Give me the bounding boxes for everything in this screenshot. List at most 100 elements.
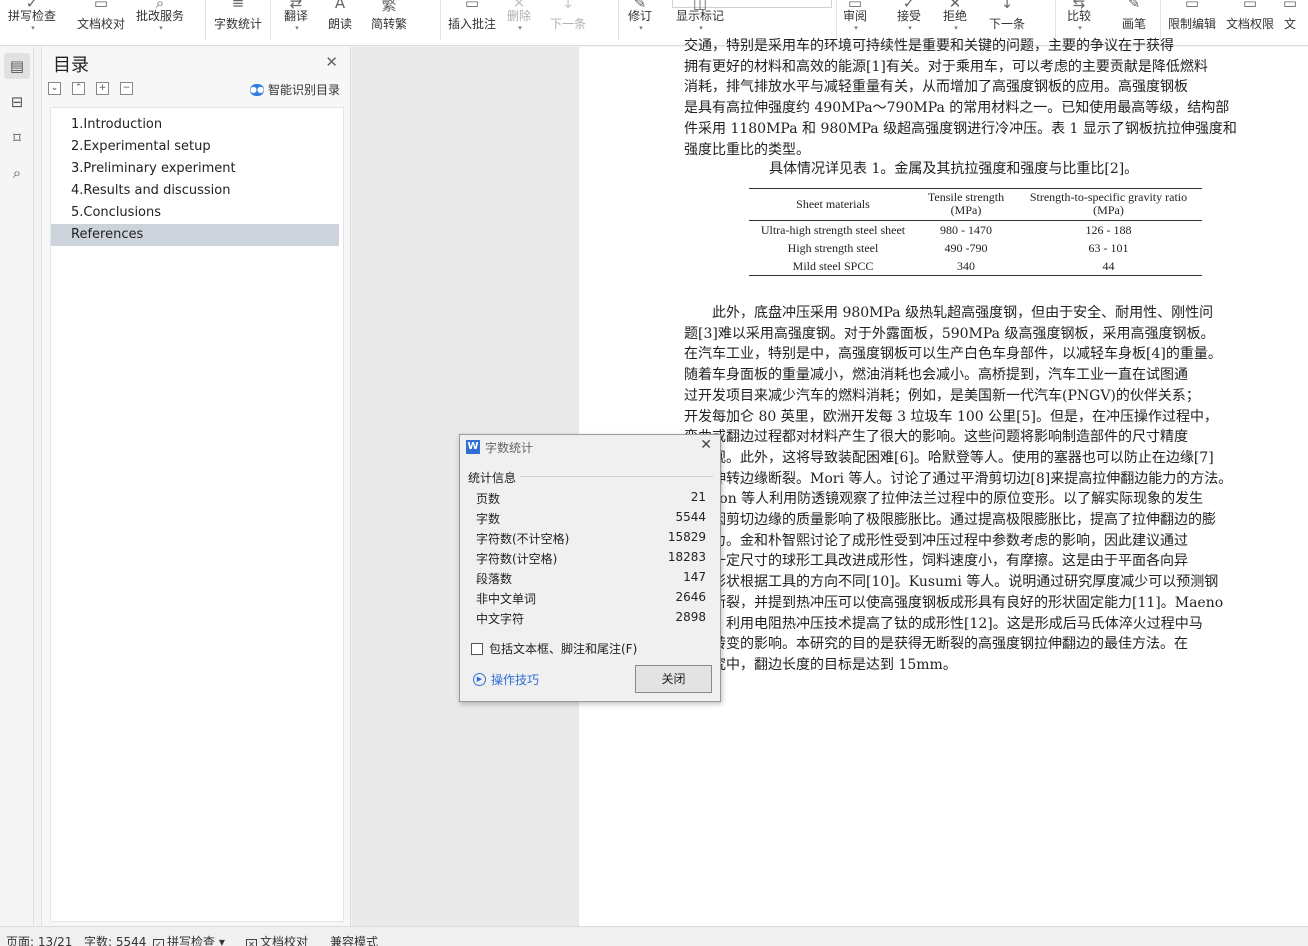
- ribbon-button-label: 简转繁: [371, 17, 408, 31]
- dialog-title-bar[interactable]: W 字数统计 ✕: [460, 435, 720, 458]
- paragraph-2: 此外，底盘冲压采用 980MPa 级热轧超高强度钢，但由于安全、耐用性、刚性问题…: [684, 303, 1268, 676]
- stat-row: 字数 5544: [476, 510, 706, 530]
- tips-link[interactable]: ▶ 操作技巧: [473, 671, 539, 688]
- word-count-icon: ≡: [231, 0, 245, 12]
- collapse-all-icon[interactable]: ⌃: [72, 82, 85, 95]
- text-line: 板的断裂，并提到热冲压可以使高强度钢板成形具有良好的形状固定能力[11]。Mae…: [684, 594, 1224, 611]
- tips-label: 操作技巧: [491, 673, 540, 687]
- status-word-count[interactable]: 字数: 5544: [84, 933, 146, 946]
- table-header-cell: Sheet materials: [749, 188, 917, 221]
- expand-all-icon[interactable]: ⌄: [48, 82, 61, 95]
- text-line: 等人，利用电阻热冲压技术提高了钛的成形性[12]。这是形成后马氏体淬火过程中马: [684, 615, 1203, 632]
- toc-list: 1.Introduction 2.Experimental setup 3.Pr…: [50, 107, 344, 922]
- table-cell: 340: [917, 257, 1015, 276]
- text-line: 氏体转变的影响。本研究的目的是获得无断裂的高强度钢拉伸翻边的最佳方法。在: [684, 636, 1188, 653]
- status-spell-check[interactable]: ✓ 拼写检查 ▾: [153, 933, 225, 946]
- search-icon[interactable]: ⌕: [4, 160, 30, 186]
- ribbon-button[interactable]: ↓ 下一条: [550, 0, 586, 45]
- text-line: 胀能力。金和朴智熙讨论了成形性受到冲压过程中参数考虑的影响，因此建议通过: [684, 532, 1188, 549]
- left-nav-bar: ▤ ⊟ ⌑ ⌕: [0, 47, 34, 926]
- chevron-down-icon: ▾: [295, 24, 299, 32]
- ribbon-separator: [440, 0, 441, 40]
- status-compat-mode: 兼容模式: [330, 935, 379, 946]
- table-row: Ultra-high strength steel sheet 980 - 14…: [749, 221, 1202, 240]
- chevron-down-icon: ▾: [699, 24, 703, 32]
- toc-item-experimental-setup[interactable]: 2.Experimental setup: [51, 136, 339, 158]
- toc-item-conclusions[interactable]: 5.Conclusions: [51, 202, 339, 224]
- chevron-down-icon: ▾: [159, 24, 163, 32]
- ribbon-separator: [1160, 0, 1161, 40]
- toc-icon[interactable]: ▤: [4, 53, 30, 79]
- ribbon-separator: [270, 0, 271, 40]
- play-icon: ▶: [473, 673, 486, 686]
- ribbon-button[interactable]: ✓ 拼写检查 ▾: [8, 0, 56, 45]
- ribbon-button[interactable]: ⌕ 批改服务 ▾: [136, 0, 184, 45]
- stat-row: 非中文单词 2646: [476, 590, 706, 610]
- toc-item-introduction[interactable]: 1.Introduction: [51, 114, 339, 136]
- dialog-close-icon[interactable]: ✕: [700, 437, 712, 453]
- table-cell: 44: [1015, 257, 1202, 276]
- stat-label: 非中文单词: [476, 592, 537, 606]
- bookmark-icon[interactable]: ⌑: [4, 125, 30, 151]
- comment-icon: ▭: [464, 0, 480, 12]
- ribbon-button[interactable]: A 朗读: [328, 0, 353, 45]
- status-spell-label: 拼写检查: [167, 935, 216, 946]
- checkbox-box[interactable]: [471, 642, 483, 655]
- wps-writer-icon: W: [466, 440, 480, 454]
- review-service-icon: ⌕: [155, 0, 165, 12]
- toc-item-preliminary-experiment[interactable]: 3.Preliminary experiment: [51, 158, 339, 180]
- status-proofread[interactable]: ✕ 文档校对: [246, 933, 308, 946]
- text-line: 消耗，排气排放水平与减轻重量有关，从而增加了高强度钢板的应用。高强度钢板: [684, 79, 1188, 96]
- ribbon-button[interactable]: ▭ 插入批注: [448, 0, 496, 45]
- add-heading-icon[interactable]: +: [96, 82, 109, 95]
- text-line: 交通，特别是采用车的环境可持续性是重要和关键的问题，主要的争议在于获得: [684, 38, 1174, 54]
- word-count-dialog: W 字数统计 ✕ 统计信息 页数 21 字数 5544 字符数(不计空格) 15829 字符…: [459, 434, 721, 702]
- check-icon: ✓: [25, 0, 39, 12]
- toc-item-references[interactable]: References: [51, 224, 339, 246]
- ribbon-button-label: 朗读: [328, 17, 353, 31]
- text-line: Gordon 等人利用防透镜观察了拉伸法兰过程中的原位变形。以了解实际现象的发生: [684, 491, 1204, 508]
- ribbon-button[interactable]: ▭ 文档校对: [77, 0, 125, 45]
- stat-label: 字符数(不计空格): [476, 532, 570, 546]
- text-line: 过开发项目来减少汽车的燃料消耗；例如，是美国新一代汽车(PNGV)的伙伴关系；: [684, 387, 1200, 404]
- text-line: 的原因剪切边缘的质量影响了极限膨胀比。通过提高极限膨胀比，提高了拉伸翻边的膨: [684, 512, 1216, 529]
- ribbon-button-label: 画笔: [1122, 17, 1147, 31]
- ribbon-separator: [836, 0, 837, 40]
- close-icon[interactable]: ✕: [325, 53, 338, 71]
- table-row: Mild steel SPCC 340 44: [749, 257, 1202, 276]
- chevron-down-icon: ▾: [518, 24, 522, 32]
- document-permission-icon: ▭: [1242, 0, 1258, 12]
- restrict-edit-icon: ▭: [1184, 0, 1200, 12]
- stat-label: 字符数(计空格): [476, 552, 558, 566]
- ribbon-button[interactable]: ✎ 修订 ▾: [628, 0, 652, 45]
- toc-panel: 目录 ✕ ⌄ ⌃ + − ●● 智能识别目录 1.Introduction 2.…: [41, 47, 351, 926]
- dialog-close-button[interactable]: 关闭: [635, 665, 712, 693]
- translate-icon: ⇄: [289, 0, 303, 12]
- smart-toc-button[interactable]: ●● 智能识别目录: [249, 81, 340, 98]
- ribbon-separator: [205, 0, 206, 40]
- proofread-icon: ✕: [246, 939, 257, 946]
- steel-properties-table: Sheet materials Tensile strength (MPa) S…: [749, 188, 1202, 276]
- stat-row: 段落数 147: [476, 570, 706, 590]
- ribbon-button[interactable]: ✕ 删除 ▾: [507, 0, 531, 45]
- ribbon-button[interactable]: ≡ 字数统计: [214, 0, 262, 45]
- text-line: 性，形状根据工具的方向不同[10]。Kusumi 等人。说明通过研究厚度减少可以…: [684, 574, 1219, 591]
- ribbon-button[interactable]: ▭ 文: [1283, 0, 1297, 45]
- stat-row: 页数 21: [476, 490, 706, 510]
- delete-comment-icon: ✕: [512, 0, 526, 12]
- status-page[interactable]: 页面: 13/21: [6, 933, 72, 946]
- next-comment-icon: ↓: [561, 0, 575, 12]
- ribbon-button[interactable]: 繁简转繁: [371, 0, 408, 45]
- text-line: 本研究中，翻边长度的目标是达到 15mm。: [684, 656, 957, 673]
- dialog-title: 字数统计: [485, 441, 534, 455]
- table-cell: 63 - 101: [1088, 241, 1129, 255]
- stat-value: 147: [683, 570, 706, 584]
- ribbon-button[interactable]: ⇄ 翻译 ▾: [284, 0, 308, 45]
- include-textbox-footnotes-checkbox[interactable]: 包括文本框、脚注和尾注(F): [471, 640, 637, 657]
- remove-heading-icon[interactable]: −: [120, 82, 133, 95]
- toc-item-results[interactable]: 4.Results and discussion: [51, 180, 339, 202]
- chapter-nav-icon[interactable]: ⊟: [4, 89, 30, 115]
- next-change-icon: ↓: [1000, 0, 1014, 12]
- stat-label: 中文字符: [476, 612, 525, 626]
- stat-row: 字符数(不计空格) 15829: [476, 530, 706, 550]
